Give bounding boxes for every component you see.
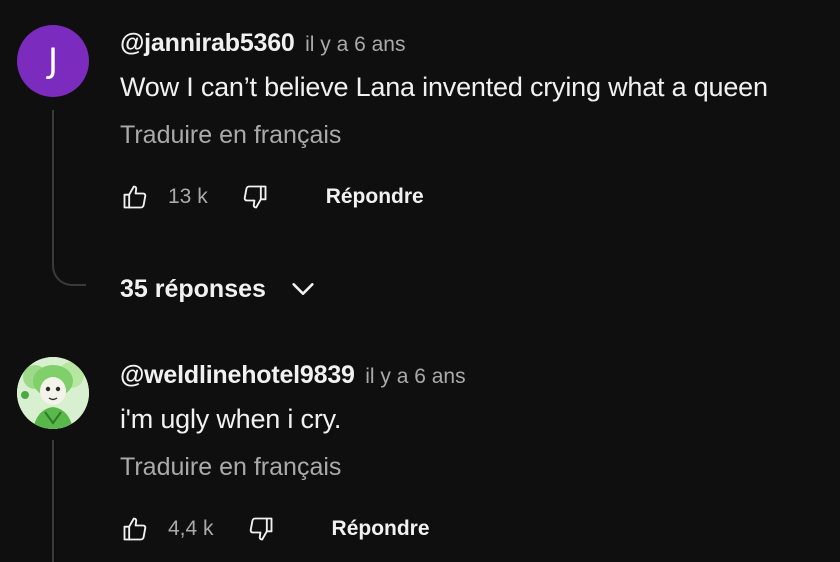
- like-button[interactable]: [120, 514, 150, 544]
- comment-timestamp[interactable]: il y a 6 ans: [305, 33, 405, 56]
- comment-header: @weldlinehotel9839 il y a 6 ans: [120, 361, 466, 390]
- replies-count-label: 35 réponses: [120, 274, 266, 303]
- thumbs-down-icon: [243, 185, 267, 209]
- thread-line-curve: [52, 246, 86, 286]
- like-button[interactable]: [120, 182, 150, 212]
- reply-button[interactable]: Répondre: [332, 517, 430, 541]
- thumbs-down-icon: [249, 517, 272, 541]
- dislike-button[interactable]: [240, 182, 270, 212]
- comment-text: Wow I can’t believe Lana invented crying…: [120, 72, 768, 102]
- comment-actions: 4,4 k Répondre: [120, 512, 430, 546]
- illustrated-avatar-image: [17, 357, 89, 429]
- chevron-down-icon: [288, 274, 318, 304]
- comment-author[interactable]: @weldlinehotel9839: [120, 361, 355, 389]
- dislike-button[interactable]: [246, 514, 276, 544]
- avatar[interactable]: [17, 357, 89, 429]
- comment-header: @jannirab5360 il y a 6 ans: [120, 29, 405, 58]
- avatar[interactable]: J: [17, 25, 89, 97]
- comment-timestamp[interactable]: il y a 6 ans: [365, 365, 465, 388]
- comment-text: i'm ugly when i cry.: [120, 404, 342, 434]
- like-count: 13 k: [168, 185, 208, 208]
- thumbs-up-icon: [123, 185, 147, 209]
- translate-link[interactable]: Traduire en français: [120, 453, 341, 482]
- comment-actions: 13 k Répondre: [120, 180, 424, 214]
- replies-toggle-button[interactable]: 35 réponses: [120, 270, 318, 308]
- thread-line: [52, 440, 54, 562]
- comment-author[interactable]: @jannirab5360: [120, 29, 295, 57]
- thread-line: [52, 110, 54, 260]
- reply-button[interactable]: Répondre: [326, 185, 424, 209]
- thumbs-up-icon: [123, 517, 147, 541]
- like-count: 4,4 k: [168, 517, 214, 540]
- translate-link[interactable]: Traduire en français: [120, 121, 341, 150]
